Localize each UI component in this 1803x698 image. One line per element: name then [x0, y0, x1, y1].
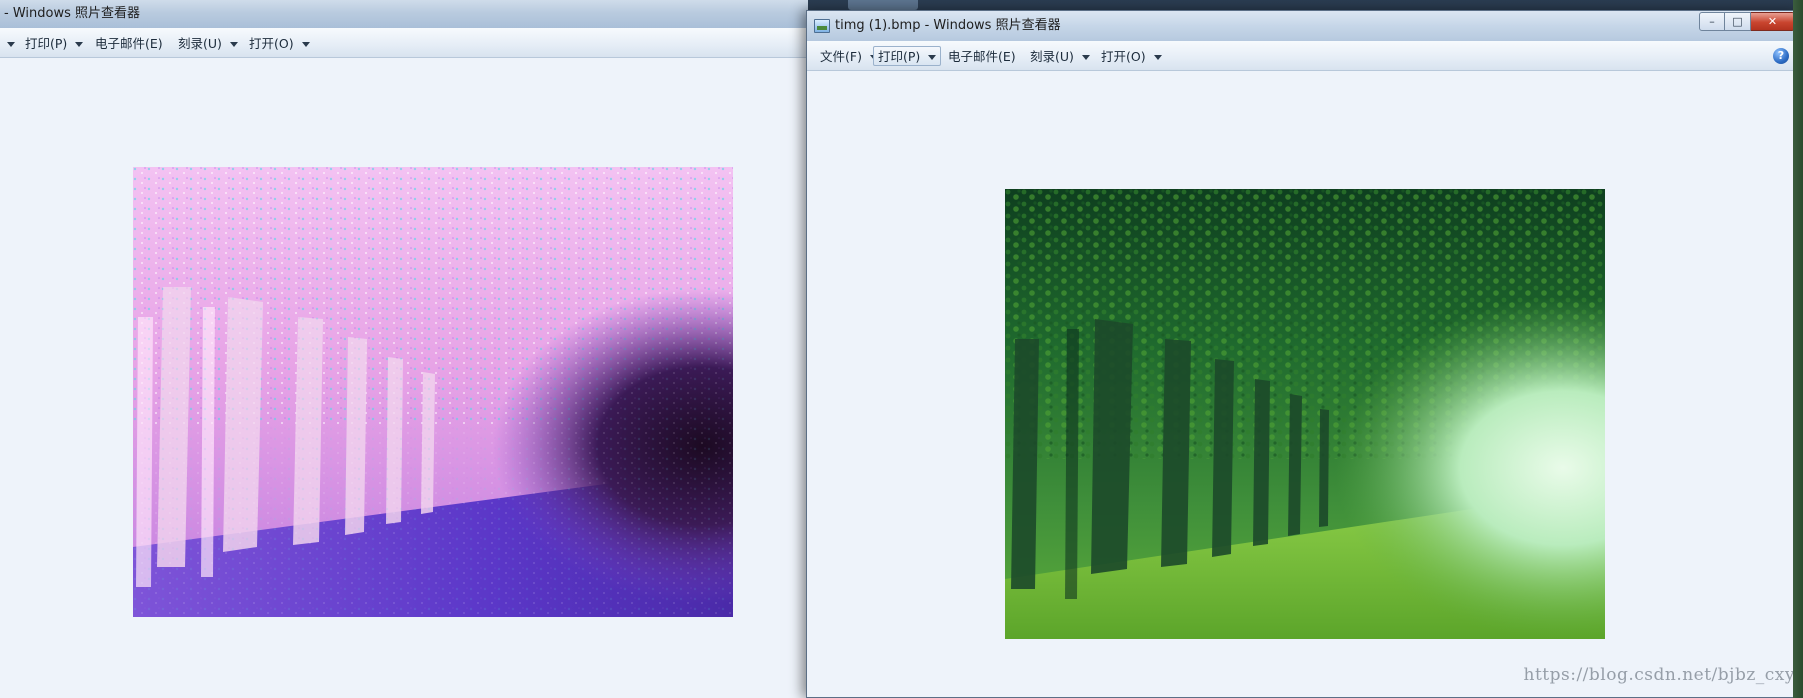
desktop: - Windows 照片查看器 打印(P) 电子邮件(E) 刻录(U) 打开(O…	[0, 0, 1803, 698]
window-title: - Windows 照片查看器	[4, 6, 140, 21]
background-window-edge	[1793, 0, 1803, 698]
menu-bar: 打印(P) 电子邮件(E) 刻录(U) 打开(O)	[0, 28, 808, 58]
inverted-forest-photo	[133, 167, 733, 617]
image-viewport[interactable]: https://blog.csdn.net/bjbz_cxy	[807, 71, 1803, 697]
help-icon[interactable]: ?	[1773, 48, 1789, 64]
photo-viewer-window-right: timg (1).bmp - Windows 照片查看器 – □ ✕ 文件(F)…	[806, 10, 1803, 698]
menu-bar: 文件(F) 打印(P) 电子邮件(E) 刻录(U) 打开(O) ?	[807, 41, 1803, 71]
menu-print[interactable]: 打印(P)	[20, 33, 88, 53]
close-button[interactable]: ✕	[1751, 12, 1795, 31]
chevron-down-icon	[1081, 55, 1090, 60]
menu-burn[interactable]: 刻录(U)	[173, 33, 243, 53]
menu-burn[interactable]: 刻录(U)	[1025, 46, 1095, 66]
watermark: https://blog.csdn.net/bjbz_cxy	[1523, 665, 1795, 685]
title-bar[interactable]: - Windows 照片查看器	[0, 0, 808, 28]
maximize-button[interactable]: □	[1725, 12, 1751, 31]
title-bar[interactable]: timg (1).bmp - Windows 照片查看器 – □ ✕	[807, 11, 1803, 41]
chevron-down-icon	[75, 42, 84, 47]
green-forest-photo	[1005, 189, 1605, 639]
chevron-down-icon	[7, 42, 15, 47]
window-title: timg (1).bmp - Windows 照片查看器	[835, 18, 1061, 33]
photo-viewer-app-icon	[814, 19, 830, 33]
menu-file[interactable]	[0, 33, 20, 53]
menu-open[interactable]: 打开(O)	[1096, 46, 1167, 66]
menu-email[interactable]: 电子邮件(E)	[90, 33, 168, 53]
menu-email[interactable]: 电子邮件(E)	[943, 46, 1021, 66]
menu-open[interactable]: 打开(O)	[244, 33, 315, 53]
background-window-controls	[848, 0, 918, 10]
photo-viewer-window-left: - Windows 照片查看器 打印(P) 电子邮件(E) 刻录(U) 打开(O…	[0, 0, 808, 698]
menu-print[interactable]: 打印(P)	[873, 46, 942, 66]
chevron-down-icon	[1153, 55, 1162, 60]
minimize-button[interactable]: –	[1699, 12, 1725, 31]
chevron-down-icon	[928, 55, 937, 60]
chevron-down-icon	[229, 42, 238, 47]
window-controls: – □ ✕	[1699, 12, 1795, 32]
chevron-down-icon	[301, 42, 310, 47]
image-viewport[interactable]	[0, 58, 808, 698]
